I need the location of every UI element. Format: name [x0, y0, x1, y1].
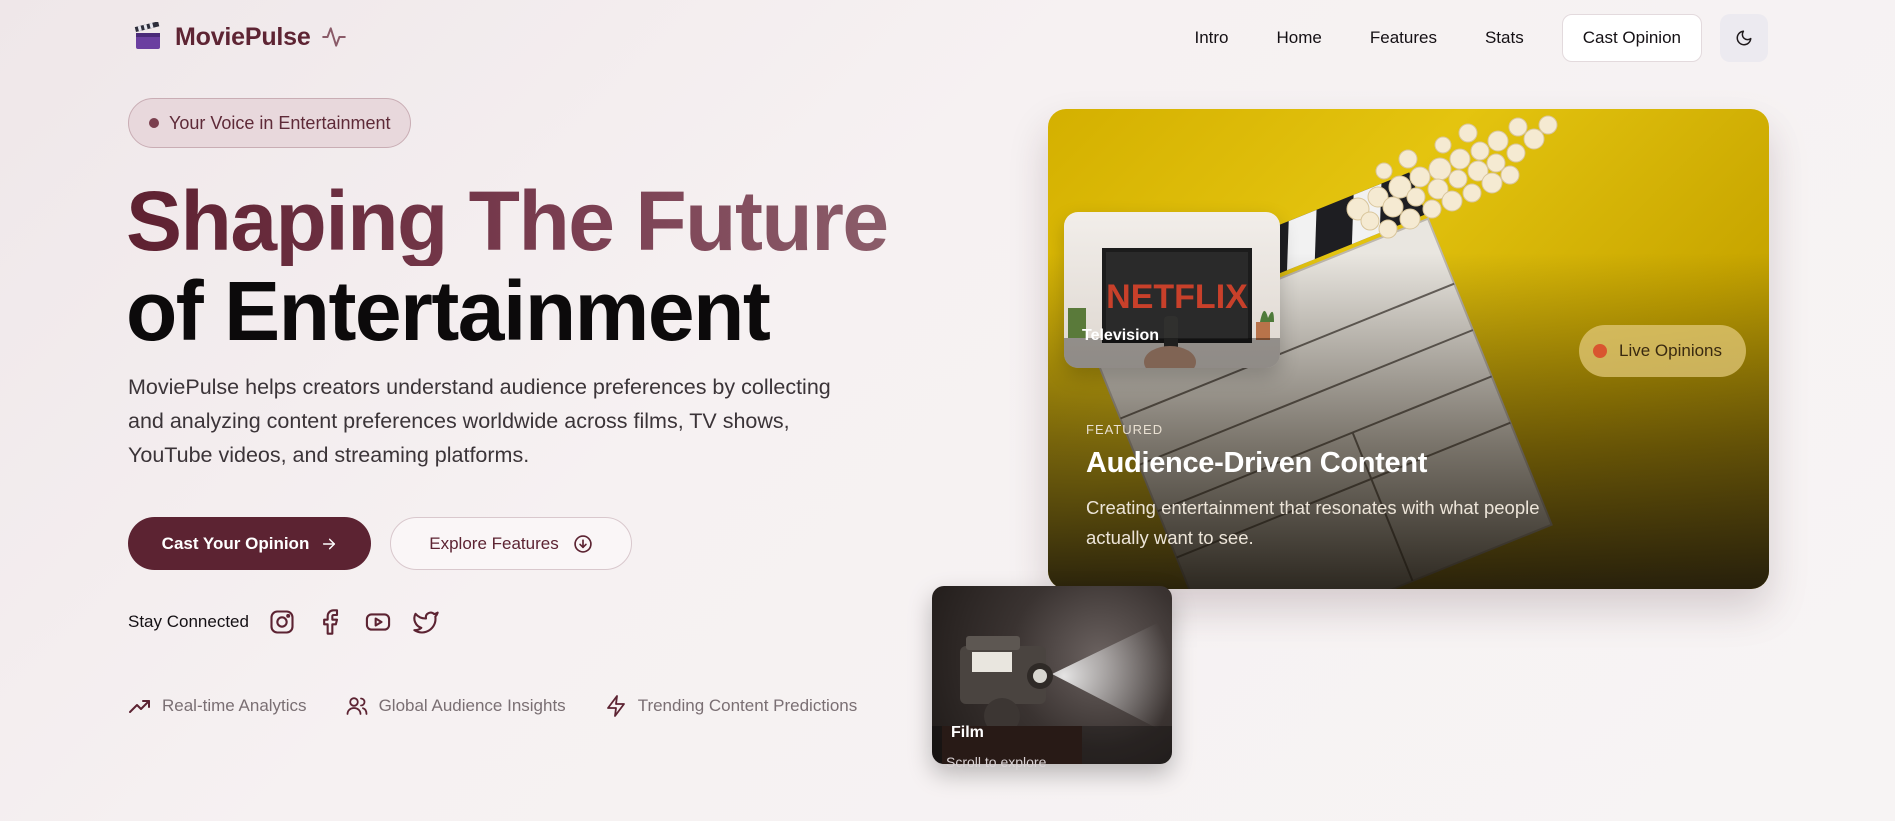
instagram-icon[interactable]	[267, 607, 297, 637]
nav-links: Intro Home Features Stats Cast Opinion	[1166, 14, 1768, 62]
brand[interactable]: MoviePulse	[133, 21, 347, 52]
feature-trending-predictions: Trending Content Predictions	[604, 694, 858, 718]
theme-toggle-button[interactable]	[1720, 14, 1768, 62]
arrow-right-icon	[323, 538, 336, 549]
hero-title-line1: Shaping The Future	[126, 174, 889, 268]
nav-link-home[interactable]: Home	[1257, 18, 1342, 58]
zap-icon	[606, 695, 625, 717]
activity-icon	[321, 24, 347, 50]
hero-badge-text: Your Voice in Entertainment	[169, 112, 391, 133]
feature-global-audience: Global Audience Insights	[345, 694, 566, 718]
facebook-icon[interactable]	[315, 607, 345, 637]
cast-opinion-button[interactable]: Cast Opinion	[1561, 14, 1702, 62]
featured-title: Audience-Driven Content	[1086, 447, 1428, 479]
cast-your-opinion-button[interactable]: Cast Your Opinion	[128, 517, 371, 570]
nav-link-features[interactable]: Features	[1350, 18, 1457, 58]
feature-highlights: Real-time Analytics Global Audience Insi…	[128, 694, 895, 718]
brand-name: MoviePulse	[175, 22, 311, 51]
hero-badge: Your Voice in Entertainment	[128, 98, 412, 148]
cast-your-opinion-label: Cast Your Opinion	[161, 533, 310, 553]
badge-dot	[149, 118, 159, 128]
hero-title: Shaping The Future of Entertainment	[126, 174, 889, 358]
featured-label: FEATURED	[1086, 422, 1164, 437]
feature-label: Trending Content Predictions	[637, 696, 858, 715]
television-card[interactable]: NETFLIX Television	[1064, 212, 1280, 368]
television-label: Television	[1082, 327, 1160, 344]
nav-link-stats[interactable]: Stats	[1465, 18, 1544, 58]
film-card[interactable]: Film	[932, 586, 1172, 764]
social-label: Stay Connected	[128, 612, 249, 631]
live-dot	[1593, 344, 1607, 358]
scroll-hint: Scroll to explore	[946, 754, 1047, 770]
explore-features-label: Explore Features	[429, 533, 559, 553]
feature-realtime-analytics: Real-time Analytics	[128, 694, 307, 718]
live-opinions-text: Live Opinions	[1619, 341, 1723, 360]
live-opinions-badge: Live Opinions	[1579, 325, 1747, 377]
clapperboard-icon	[133, 21, 163, 52]
feature-label: Global Audience Insights	[378, 696, 566, 715]
hero-description: MoviePulse helps creators understand aud…	[128, 375, 831, 467]
feature-label: Real-time Analytics	[162, 696, 307, 715]
explore-features-button[interactable]: Explore Features	[390, 517, 632, 570]
film-label: Film	[951, 724, 984, 741]
hero-title-line2: of Entertainment	[126, 264, 771, 358]
nav-link-intro[interactable]: Intro	[1174, 18, 1248, 58]
top-nav: MoviePulse Intro Home Features Stats Cas…	[0, 0, 1895, 78]
svg-text:NETFLIX: NETFLIX	[1106, 278, 1248, 316]
moon-icon	[1736, 30, 1752, 46]
youtube-icon[interactable]	[363, 607, 393, 637]
featured-description: Creating entertainment that resonates wi…	[1086, 497, 1540, 548]
twitter-icon[interactable]	[411, 607, 441, 637]
social-links: Stay Connected	[128, 607, 459, 637]
users-icon	[346, 697, 367, 715]
arrow-down-circle-icon	[573, 534, 592, 553]
trending-up-icon	[129, 700, 150, 713]
